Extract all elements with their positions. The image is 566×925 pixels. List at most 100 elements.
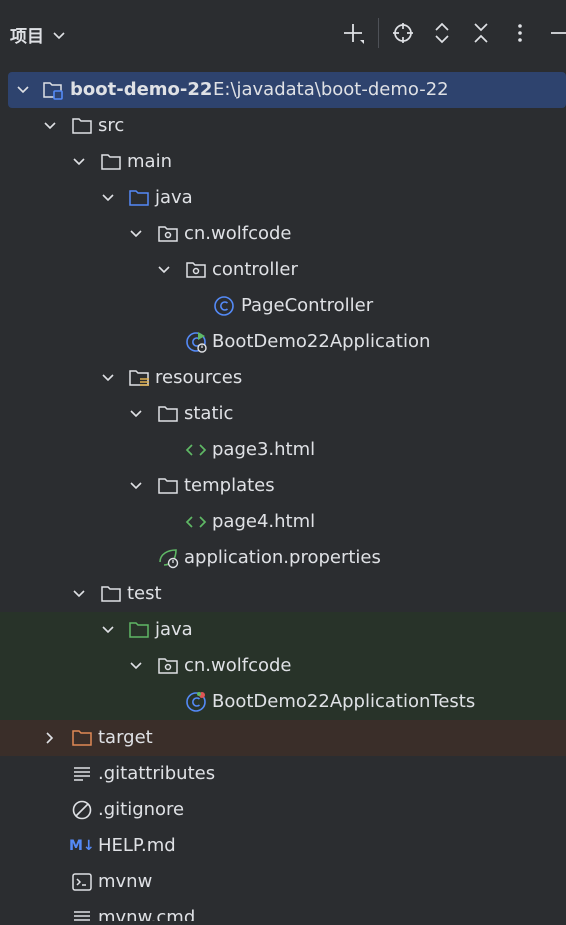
- tree-row-java-test[interactable]: java: [0, 612, 566, 648]
- module-folder-icon: [43, 82, 63, 100]
- resources-folder-icon: [129, 370, 149, 386]
- chevron-down-icon[interactable]: [127, 405, 145, 423]
- tree-row-page3[interactable]: page3.html: [0, 432, 566, 468]
- tree-item-label: resources: [155, 367, 243, 388]
- new-element-button[interactable]: [338, 18, 368, 48]
- test-source-folder-icon: [129, 622, 149, 638]
- tree-row-help-md[interactable]: M↓ HELP.md: [0, 828, 566, 864]
- tree-item-label: static: [184, 403, 234, 424]
- tree-item-label: controller: [212, 259, 298, 280]
- test-class-icon: [186, 692, 206, 712]
- chevron-right-icon[interactable]: [41, 729, 59, 747]
- tree-row-page-controller[interactable]: PageController: [0, 288, 566, 324]
- tree-item-label: mvnw: [98, 871, 153, 892]
- tree-row-java-main[interactable]: java: [0, 180, 566, 216]
- toolbar-separator: [378, 18, 379, 48]
- options-button[interactable]: [505, 18, 535, 48]
- tree-row-application-class[interactable]: BootDemo22Application: [0, 324, 566, 360]
- plus-icon: [344, 24, 364, 44]
- ignore-file-icon: [72, 800, 92, 820]
- chevron-down-icon[interactable]: [41, 117, 59, 135]
- package-icon: [186, 262, 206, 278]
- tree-row-gitattributes[interactable]: .gitattributes: [0, 756, 566, 792]
- terminal-icon: [72, 873, 92, 891]
- tree-row-controller[interactable]: controller: [0, 252, 566, 288]
- tree-item-label: test: [127, 583, 162, 604]
- project-tool-window: 项目 boot-demo-22 E:\javadata\boot-demo-22…: [0, 0, 566, 925]
- tree-item-label: PageController: [241, 295, 374, 316]
- tree-item-label: page4.html: [212, 511, 316, 532]
- tree-row-test-package[interactable]: cn.wolfcode: [0, 648, 566, 684]
- tree-item-label: .gitignore: [98, 799, 185, 820]
- tree-row-page4[interactable]: page4.html: [0, 504, 566, 540]
- project-view-selector[interactable]: 项目: [10, 22, 66, 47]
- crosshair-icon: [393, 23, 413, 43]
- excluded-folder-icon: [72, 730, 92, 746]
- chevron-down-icon[interactable]: [70, 585, 88, 603]
- tree-item-label: BootDemo22Application: [212, 331, 431, 352]
- html-file-icon: [185, 516, 207, 528]
- tree-row-mvnw[interactable]: mvnw: [0, 864, 566, 900]
- minimize-icon: [551, 32, 566, 34]
- tree-item-label: page3.html: [212, 439, 316, 460]
- tree-row-gitignore[interactable]: .gitignore: [0, 792, 566, 828]
- tree-row-target[interactable]: target: [0, 720, 566, 756]
- collapse-all-button[interactable]: [466, 18, 496, 48]
- folder-icon: [158, 478, 178, 494]
- tree-item-label: cn.wolfcode: [184, 223, 292, 244]
- package-icon: [158, 226, 178, 242]
- chevron-down-icon[interactable]: [127, 225, 145, 243]
- project-root-path: E:\javadata\boot-demo-22: [213, 79, 449, 100]
- folder-icon: [158, 406, 178, 422]
- tree-row-application-tests[interactable]: BootDemo22ApplicationTests: [0, 684, 566, 720]
- tree-row-resources[interactable]: resources: [0, 360, 566, 396]
- chevron-down-icon[interactable]: [70, 153, 88, 171]
- chevron-down-icon[interactable]: [155, 261, 173, 279]
- bottom-edge: [0, 921, 566, 925]
- tool-window-header: 项目: [0, 0, 566, 68]
- header-title: 项目: [10, 27, 44, 47]
- tree-row-src[interactable]: src: [0, 108, 566, 144]
- tree-item-label: java: [155, 619, 193, 640]
- tree-row-root[interactable]: boot-demo-22 E:\javadata\boot-demo-22: [8, 72, 566, 108]
- expand-all-button[interactable]: [427, 18, 457, 48]
- more-vertical-icon: [518, 24, 522, 42]
- tree-item-label: src: [98, 115, 125, 136]
- spring-boot-class-icon: [186, 332, 207, 353]
- folder-icon: [72, 118, 92, 134]
- chevron-down-icon[interactable]: [99, 621, 117, 639]
- tree-row-package[interactable]: cn.wolfcode: [0, 216, 566, 252]
- text-file-icon: [74, 767, 90, 781]
- tree-row-static[interactable]: static: [0, 396, 566, 432]
- tree-item-label: HELP.md: [98, 835, 176, 856]
- folder-icon: [101, 586, 121, 602]
- chevron-down-icon[interactable]: [99, 189, 117, 207]
- source-folder-icon: [129, 190, 149, 206]
- spring-properties-icon: [159, 549, 179, 569]
- chevron-down-icon: [53, 31, 65, 39]
- tree-item-label: target: [98, 727, 153, 748]
- tree-row-templates[interactable]: templates: [0, 468, 566, 504]
- html-file-icon: [185, 444, 207, 456]
- tree-item-label: BootDemo22ApplicationTests: [212, 691, 476, 712]
- markdown-icon: M↓: [69, 838, 95, 854]
- tree-row-main[interactable]: main: [0, 144, 566, 180]
- tree-item-label: java: [155, 187, 193, 208]
- hide-button[interactable]: [544, 18, 566, 48]
- tree-row-application-properties[interactable]: application.properties: [0, 540, 566, 576]
- chevron-down-icon[interactable]: [127, 477, 145, 495]
- collapse-all-icon: [474, 23, 488, 43]
- chevron-down-icon[interactable]: [127, 657, 145, 675]
- project-tree: boot-demo-22 E:\javadata\boot-demo-22 sr…: [0, 72, 566, 925]
- package-icon: [158, 658, 178, 674]
- project-root-name: boot-demo-22: [70, 79, 213, 100]
- select-opened-file-button[interactable]: [388, 18, 418, 48]
- java-class-icon: [214, 296, 234, 316]
- tree-item-label: application.properties: [184, 547, 381, 568]
- tree-item-label: templates: [184, 475, 275, 496]
- chevron-down-icon[interactable]: [99, 369, 117, 387]
- chevron-down-icon[interactable]: [14, 81, 32, 99]
- folder-icon: [101, 154, 121, 170]
- tree-item-label: main: [127, 151, 172, 172]
- tree-row-test[interactable]: test: [0, 576, 566, 612]
